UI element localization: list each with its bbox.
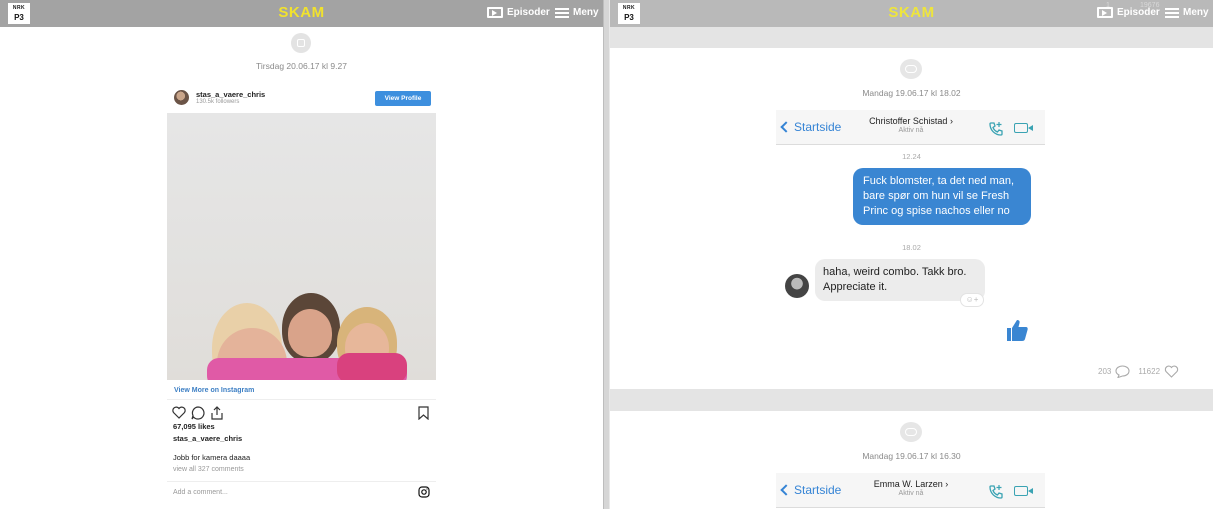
comment-icon[interactable] — [191, 406, 205, 420]
episodes-icon — [1097, 7, 1113, 18]
episodes-label: Episoder — [507, 7, 550, 18]
message-type-icon — [900, 422, 922, 442]
instagram-embed: stas_a_vaere_chris 130.5k followers View… — [167, 86, 436, 501]
ig-likes: 67,095 likes — [173, 422, 215, 431]
avatar — [785, 274, 809, 298]
pane-divider[interactable] — [603, 0, 610, 509]
back-label: Startside — [794, 483, 842, 497]
chevron-left-icon — [780, 484, 792, 496]
add-reaction-icon[interactable]: ☺+ — [960, 293, 984, 307]
caption-text: Jobb for kamera daaaa — [173, 453, 251, 462]
back-button[interactable]: Startside — [780, 483, 842, 497]
chat-header: Startside Emma W. Larzen › Aktiv nå — [776, 473, 1045, 508]
contact-name: Christoffer Schistad — [869, 116, 948, 126]
contact-info[interactable]: Emma W. Larzen › Aktiv nå — [861, 479, 961, 497]
view-profile-button[interactable]: View Profile — [375, 91, 431, 106]
video-call-icon[interactable] — [1014, 486, 1033, 496]
likes-count: 11622 — [1138, 367, 1161, 376]
contact-status: Aktiv nå — [898, 490, 924, 497]
timestamp: 18.02 — [902, 243, 921, 252]
back-button[interactable]: Startside — [780, 120, 842, 134]
view-comments-link[interactable]: view all 327 comments — [167, 466, 436, 477]
heart-icon[interactable] — [172, 406, 186, 419]
avatar[interactable] — [174, 90, 189, 105]
video-call-icon[interactable] — [1014, 123, 1033, 133]
menu-button[interactable]: Meny — [555, 7, 599, 18]
right-pane: NRK P3 SKAM 1 19676 Episoder Meny Mandag… — [610, 0, 1213, 509]
top-bar: NRK P3 SKAM Episoder Meny — [0, 0, 603, 27]
phone-icon[interactable] — [988, 484, 1004, 500]
menu-label: Meny — [1183, 7, 1209, 18]
ig-username[interactable]: stas_a_vaere_chris — [196, 90, 265, 99]
caption-user[interactable]: stas_a_vaere_chris — [167, 434, 436, 447]
instagram-type-icon — [291, 33, 311, 53]
heart-icon[interactable] — [1164, 365, 1179, 378]
comments-count: 203 — [1098, 367, 1112, 376]
episodes-icon — [487, 7, 503, 18]
outgoing-message: Fuck blomster, ta det ned man, bare spør… — [853, 168, 1031, 225]
left-pane: NRK P3 SKAM Episoder Meny Tirsdag 20.06.… — [0, 0, 603, 509]
timestamp: 12.24 — [902, 152, 921, 161]
hamburger-icon — [1165, 7, 1179, 18]
add-comment-field[interactable]: Add a comment... — [167, 481, 436, 501]
back-label: Startside — [794, 120, 842, 134]
ig-actions — [167, 400, 436, 422]
episodes-button[interactable]: Episoder — [1097, 7, 1160, 18]
ig-followers: 130.5k followers — [196, 99, 240, 105]
post-date: Tirsdag 20.06.17 kl 9.27 — [256, 61, 347, 71]
contact-info[interactable]: Christoffer Schistad › Aktiv nå — [861, 116, 961, 134]
contact-status: Aktiv nå — [898, 127, 924, 134]
bookmark-icon[interactable] — [418, 406, 429, 420]
hamburger-icon — [555, 7, 569, 18]
ig-photo[interactable] — [167, 113, 436, 380]
episodes-button[interactable]: Episoder — [487, 7, 550, 18]
add-comment-placeholder: Add a comment... — [173, 489, 228, 496]
top-bar: NRK P3 SKAM 1 19676 Episoder Meny — [610, 0, 1213, 27]
phone-icon[interactable] — [988, 121, 1004, 137]
post-date: Mandag 19.06.17 kl 16.30 — [862, 451, 961, 461]
chat-header: Startside Christoffer Schistad › Aktiv n… — [776, 110, 1045, 145]
menu-label: Meny — [573, 7, 599, 18]
contact-name: Emma W. Larzen — [873, 479, 943, 489]
comment-icon[interactable] — [1115, 365, 1130, 378]
thumbs-up-icon — [1007, 320, 1028, 341]
post-stats: 203 11622 — [1098, 365, 1179, 378]
instagram-icon[interactable] — [418, 486, 430, 498]
share-icon[interactable] — [210, 406, 224, 420]
incoming-message: haha, weird combo. Takk bro. Appreciate … — [815, 259, 985, 301]
post-date: Mandag 19.06.17 kl 18.02 — [862, 88, 961, 98]
ig-header: stas_a_vaere_chris 130.5k followers View… — [167, 86, 436, 113]
chevron-left-icon — [780, 121, 792, 133]
message-post-card: Mandag 19.06.17 kl 16.30 Startside Emma … — [610, 411, 1213, 509]
menu-button[interactable]: Meny — [1165, 7, 1209, 18]
view-more-link[interactable]: View More on Instagram — [167, 380, 436, 400]
message-type-icon — [900, 59, 922, 79]
episodes-label: Episoder — [1117, 7, 1160, 18]
